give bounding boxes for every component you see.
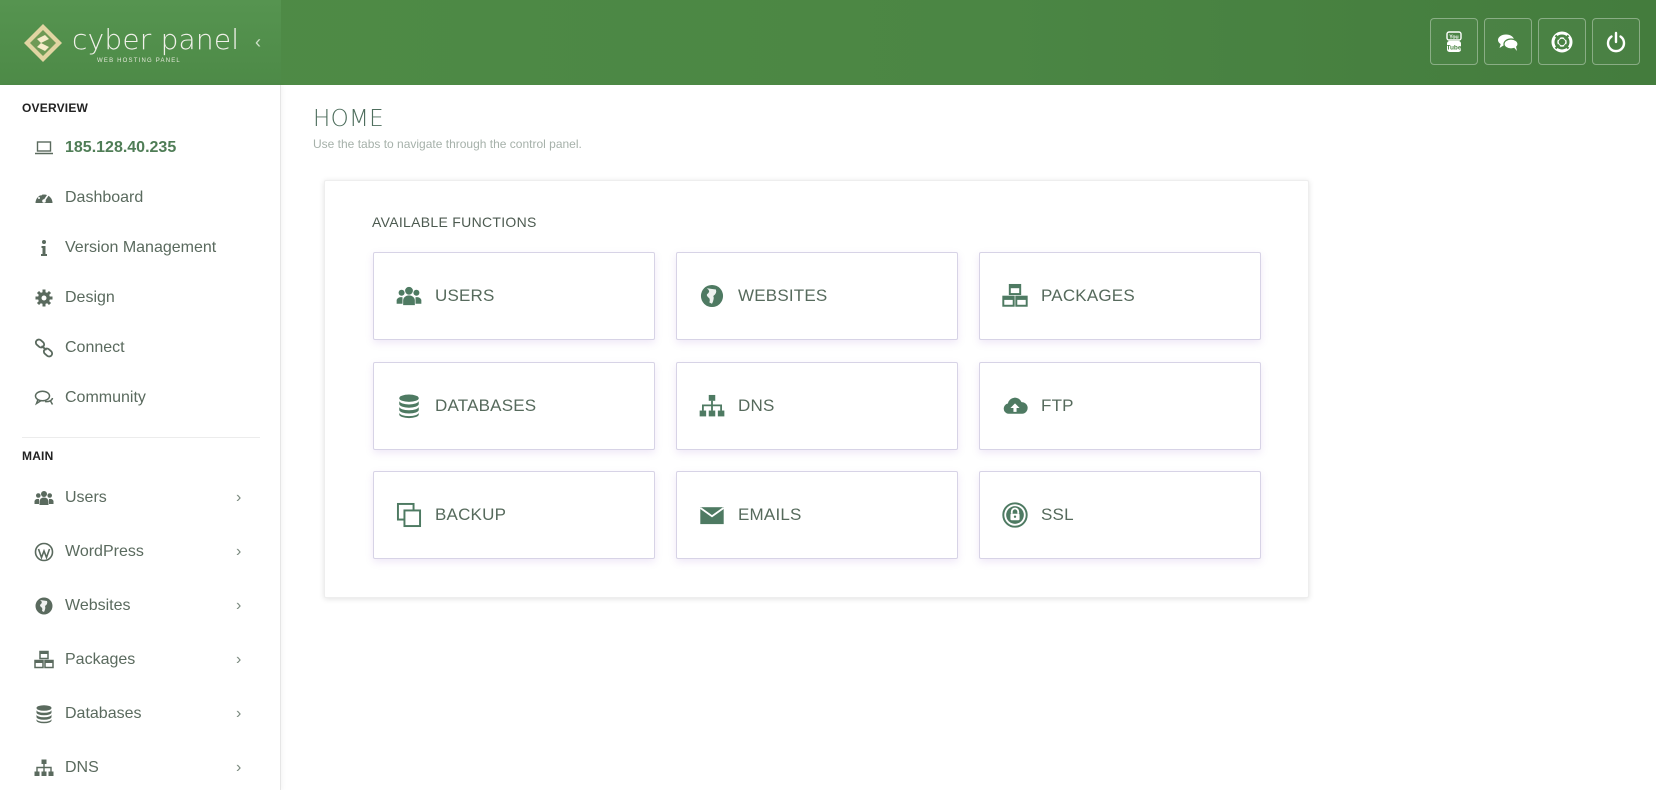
header-actions: You Tube bbox=[1430, 18, 1640, 65]
sidebar-item-wordpress[interactable]: WordPress › bbox=[0, 527, 280, 577]
tile-emails[interactable]: EMAILS bbox=[676, 471, 958, 559]
tile-label: BACKUP bbox=[435, 505, 507, 524]
globe-icon bbox=[33, 595, 55, 617]
tile-packages[interactable]: PACKAGES bbox=[979, 252, 1261, 340]
sidebar-heading-overview: OVERVIEW bbox=[22, 101, 89, 115]
sidebar-item-community[interactable]: Community bbox=[0, 373, 280, 423]
sidebar-collapse-button[interactable]: ‹ bbox=[250, 32, 266, 52]
sidebar-item-label: Users bbox=[65, 489, 107, 506]
tile-databases[interactable]: DATABASES bbox=[373, 362, 655, 450]
chevron-right-icon: › bbox=[236, 705, 242, 722]
tile-websites[interactable]: WEBSITES bbox=[676, 252, 958, 340]
gear-icon bbox=[33, 287, 55, 309]
tile-label: SSL bbox=[1041, 505, 1074, 524]
power-button[interactable] bbox=[1592, 18, 1640, 65]
sidebar-divider bbox=[22, 437, 260, 438]
sidebar-item-design[interactable]: Design bbox=[0, 273, 280, 323]
tile-ssl[interactable]: SSL bbox=[979, 471, 1261, 559]
sidebar-item-connect[interactable]: Connect bbox=[0, 323, 280, 373]
tile-dns[interactable]: DNS bbox=[676, 362, 958, 450]
sidebar-heading-main: MAIN bbox=[22, 449, 54, 463]
tile-label: PACKAGES bbox=[1041, 286, 1135, 305]
cyberpanel-logo-icon[interactable] bbox=[22, 22, 64, 64]
sidebar-item-version-management[interactable]: Version Management bbox=[0, 223, 280, 273]
laptop-icon bbox=[33, 137, 55, 159]
cloud-upload-icon bbox=[1001, 392, 1029, 420]
chat-button[interactable] bbox=[1484, 18, 1532, 65]
database-icon bbox=[33, 703, 55, 725]
sidebar-item-label: Dashboard bbox=[65, 189, 144, 206]
sidebar-item-label: WordPress bbox=[65, 543, 144, 560]
svg-text:You: You bbox=[1449, 34, 1458, 40]
tile-users[interactable]: USERS bbox=[373, 252, 655, 340]
users-icon bbox=[33, 487, 55, 509]
top-header: cyber panel WEB HOSTING PANEL ‹ You Tube bbox=[0, 0, 1656, 85]
functions-heading: AVAILABLE FUNCTIONS bbox=[372, 214, 537, 230]
support-icon bbox=[1551, 31, 1573, 52]
support-button[interactable] bbox=[1538, 18, 1586, 65]
youtube-button[interactable]: You Tube bbox=[1430, 18, 1478, 65]
lock-icon bbox=[1001, 501, 1029, 529]
sidebar-item-label: Packages bbox=[65, 651, 136, 668]
tile-label: DNS bbox=[738, 396, 775, 415]
logo-text: cyber panel bbox=[72, 23, 240, 56]
sidebar-item-websites[interactable]: Websites › bbox=[0, 581, 280, 631]
sidebar-item-label: Version Management bbox=[65, 239, 217, 256]
wordpress-icon bbox=[33, 541, 55, 563]
sidebar-item-label: Databases bbox=[65, 705, 142, 722]
sidebar-item-dns[interactable]: DNS › bbox=[0, 743, 280, 790]
tile-label: WEBSITES bbox=[738, 286, 828, 305]
page-title: HOME bbox=[313, 106, 384, 132]
tile-backup[interactable]: BACKUP bbox=[373, 471, 655, 559]
sidebar-item-label: Design bbox=[65, 289, 115, 306]
logo-subtitle: WEB HOSTING PANEL bbox=[97, 58, 181, 64]
youtube-icon: You Tube bbox=[1446, 30, 1462, 52]
sidebar-item-dashboard[interactable]: Dashboard bbox=[0, 173, 280, 223]
cubes-icon bbox=[33, 649, 55, 671]
copy-icon bbox=[395, 501, 423, 529]
globe-icon bbox=[698, 282, 726, 310]
tile-label: FTP bbox=[1041, 396, 1074, 415]
sidebar-item-label: Community bbox=[65, 389, 146, 406]
sidebar-item-label: 185.128.40.235 bbox=[65, 139, 177, 156]
sitemap-icon bbox=[33, 757, 55, 779]
link-icon bbox=[33, 337, 55, 359]
sidebar: OVERVIEW 185.128.40.235 Dashboard Versio… bbox=[0, 85, 281, 790]
database-icon bbox=[395, 392, 423, 420]
power-icon bbox=[1606, 31, 1626, 52]
chevron-right-icon: › bbox=[236, 543, 242, 560]
sidebar-item-label: Connect bbox=[65, 339, 125, 356]
tile-label: USERS bbox=[435, 286, 495, 305]
tile-label: DATABASES bbox=[435, 396, 537, 415]
sidebar-item-users[interactable]: Users › bbox=[0, 473, 280, 523]
sidebar-item-packages[interactable]: Packages › bbox=[0, 635, 280, 685]
envelope-icon bbox=[698, 501, 726, 529]
chevron-right-icon: › bbox=[236, 651, 242, 668]
sidebar-item-server-ip[interactable]: 185.128.40.235 bbox=[0, 123, 280, 173]
chevron-right-icon: › bbox=[236, 489, 242, 506]
chevron-right-icon: › bbox=[236, 597, 242, 614]
info-icon bbox=[33, 237, 55, 259]
sidebar-item-label: Websites bbox=[65, 597, 131, 614]
sidebar-item-label: DNS bbox=[65, 759, 99, 776]
svg-text:Tube: Tube bbox=[1446, 44, 1461, 51]
chat-icon bbox=[33, 387, 55, 409]
dashboard-icon bbox=[33, 187, 55, 209]
users-icon bbox=[395, 282, 423, 310]
chat-icon bbox=[1498, 34, 1519, 51]
cubes-icon bbox=[1001, 282, 1029, 310]
tile-ftp[interactable]: FTP bbox=[979, 362, 1261, 450]
tile-label: EMAILS bbox=[738, 505, 802, 524]
chevron-right-icon: › bbox=[236, 759, 242, 776]
sitemap-icon bbox=[698, 392, 726, 420]
page-subtitle: Use the tabs to navigate through the con… bbox=[313, 137, 582, 151]
brand-area: cyber panel WEB HOSTING PANEL ‹ bbox=[0, 0, 281, 85]
sidebar-item-databases[interactable]: Databases › bbox=[0, 689, 280, 739]
